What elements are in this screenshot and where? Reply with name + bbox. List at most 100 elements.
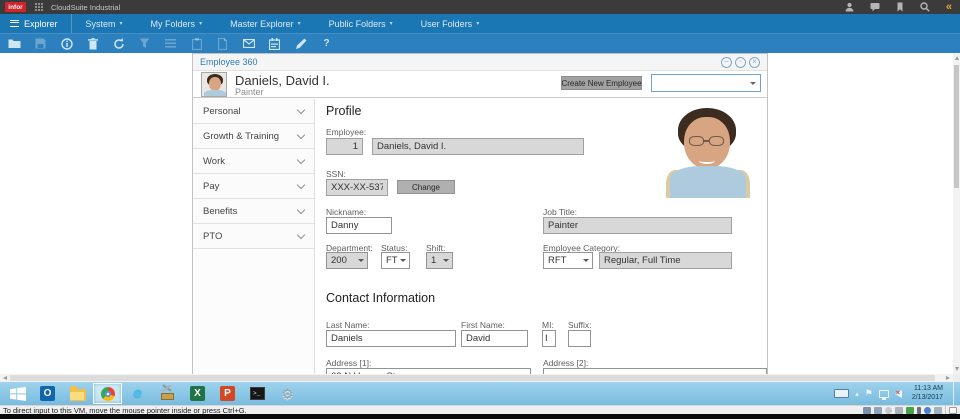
close-icon[interactable] [749, 57, 760, 68]
taskbar-admin-tools-button[interactable] [153, 383, 182, 404]
bookmark-icon[interactable] [896, 2, 904, 12]
minimize-icon[interactable] [721, 57, 732, 68]
restore-icon[interactable] [735, 57, 746, 68]
accordion-item-personal[interactable]: Personal [193, 99, 314, 124]
workspace-background: Employee 360 Daniels, David I. Painter C… [0, 53, 953, 374]
save-icon[interactable] [34, 37, 47, 50]
calendar-icon[interactable] [268, 37, 281, 50]
menu-master-explorer[interactable]: Master Explorer▾ [216, 14, 315, 33]
scroll-down-icon[interactable] [955, 367, 959, 371]
last-name-field[interactable] [326, 330, 456, 347]
refresh-icon[interactable] [112, 37, 125, 50]
caret-down-icon: ▾ [120, 20, 123, 27]
scroll-up-icon[interactable] [955, 56, 959, 60]
action-center-flag-icon[interactable]: ⚑ [865, 388, 873, 399]
last-name-label: Last Name: [326, 320, 369, 330]
menu-system[interactable]: System▾ [72, 14, 137, 33]
vertical-scrollbar-thumb[interactable] [954, 65, 959, 188]
app-grid-icon[interactable] [35, 3, 37, 5]
filter-icon[interactable] [138, 37, 151, 50]
info-circle-icon[interactable] [60, 37, 73, 50]
accordion-item-work[interactable]: Work [193, 149, 314, 174]
pencil-icon[interactable] [294, 37, 307, 50]
vm-separator [945, 406, 946, 414]
shift-dropdown[interactable]: 1 [426, 252, 453, 269]
accordion-item-pay[interactable]: Pay [193, 174, 314, 199]
employee-selector-dropdown[interactable] [651, 74, 761, 92]
employee-name-field[interactable] [372, 138, 584, 155]
start-button[interactable] [3, 383, 32, 404]
suffix-field[interactable] [568, 330, 591, 347]
volume-icon[interactable]: × [895, 390, 902, 398]
delete-trash-icon[interactable] [86, 37, 99, 50]
nickname-field[interactable] [326, 217, 392, 234]
list-icon[interactable] [164, 37, 177, 50]
menu-public-folders[interactable]: Public Folders▾ [315, 14, 407, 33]
chrome-icon [101, 387, 115, 401]
department-dropdown[interactable]: 200 [326, 252, 368, 269]
taskbar-excel-button[interactable]: X [183, 383, 212, 404]
document-icon[interactable] [216, 37, 229, 50]
employee-category-desc-field[interactable] [599, 252, 732, 269]
collapse-panel-icon[interactable]: « [946, 2, 952, 12]
vm-network-icon[interactable] [906, 407, 914, 414]
job-title-field[interactable] [543, 217, 732, 234]
vm-optical-disk-icon[interactable] [885, 407, 892, 414]
change-ssn-button[interactable]: Change [397, 180, 455, 194]
show-hidden-icons-icon[interactable]: ▴ [855, 390, 859, 398]
open-folder-icon[interactable] [8, 37, 21, 50]
windows-logo-icon [10, 387, 26, 401]
system-tray: ▴ ⚑ × 11:13 AM 2/13/2017 [834, 382, 960, 405]
windows-taskbar: O e X P >_ ⚙ ▴ ⚑ × 11:13 AM 2/13/2017 [0, 382, 960, 405]
vm-monitor-icon[interactable] [874, 407, 882, 414]
horizontal-scrollbar[interactable] [0, 374, 953, 382]
taskbar-powerpoint-button[interactable]: P [213, 383, 242, 404]
accordion-item-benefits[interactable]: Benefits [193, 199, 314, 224]
taskbar-outlook-button[interactable]: O [33, 383, 62, 404]
explorer-menu-button[interactable]: Explorer [0, 14, 72, 33]
vm-shared-folders-icon[interactable] [924, 407, 931, 414]
vm-display-icon[interactable] [863, 407, 871, 414]
vm-hard-disk-icon[interactable] [895, 407, 903, 414]
vm-mouse-integration-icon[interactable] [949, 407, 957, 414]
menu-user-folders[interactable]: User Folders▾ [407, 14, 494, 33]
touch-keyboard-icon[interactable] [834, 389, 849, 398]
accordion-item-pto[interactable]: PTO [193, 224, 314, 249]
mi-field[interactable] [542, 330, 556, 347]
first-name-field[interactable] [461, 330, 528, 347]
clipboard-icon[interactable] [190, 37, 203, 50]
taskbar-clock[interactable]: 11:13 AM 2/13/2017 [908, 385, 943, 402]
search-icon[interactable] [920, 2, 930, 12]
clock-time: 11:13 AM [912, 385, 943, 394]
chevron-down-icon [297, 205, 305, 213]
employee-number-field[interactable] [326, 138, 363, 155]
taskbar-chrome-button[interactable] [93, 383, 122, 404]
user-icon[interactable] [845, 2, 854, 12]
help-icon[interactable]: ? [320, 37, 333, 50]
taskbar-internet-explorer-button[interactable]: e [123, 383, 152, 404]
taskbar-command-prompt-button[interactable]: >_ [243, 383, 272, 404]
accordion-item-growth-training[interactable]: Growth & Training [193, 124, 314, 149]
vm-recording-icon[interactable] [934, 407, 942, 414]
vm-status-icons [863, 406, 957, 414]
employee-label: Employee: [326, 127, 366, 137]
employee-category-dropdown[interactable]: RFT [543, 252, 593, 269]
vertical-scrollbar[interactable] [953, 53, 960, 374]
taskbar-file-explorer-button[interactable] [63, 383, 92, 404]
horizontal-scrollbar-thumb[interactable] [10, 375, 935, 381]
job-title-label: Job Title: [543, 207, 577, 217]
scroll-right-icon[interactable] [946, 376, 950, 380]
network-icon[interactable] [879, 390, 889, 398]
show-desktop-button[interactable] [953, 382, 957, 405]
taskbar-services-button[interactable]: ⚙ [273, 383, 302, 404]
envelope-icon[interactable] [242, 37, 255, 50]
create-new-employee-button[interactable]: Create New Employee [561, 76, 642, 90]
chat-icon[interactable] [870, 2, 880, 12]
vm-usb-icon[interactable] [917, 407, 921, 414]
status-dropdown[interactable]: FT [381, 252, 410, 269]
menu-my-folders[interactable]: My Folders▾ [137, 14, 217, 33]
chevron-down-icon [297, 230, 305, 238]
ssn-field[interactable] [326, 179, 388, 196]
employee-header: Daniels, David I. Painter Create New Emp… [193, 71, 767, 98]
scroll-left-icon[interactable] [3, 376, 7, 380]
